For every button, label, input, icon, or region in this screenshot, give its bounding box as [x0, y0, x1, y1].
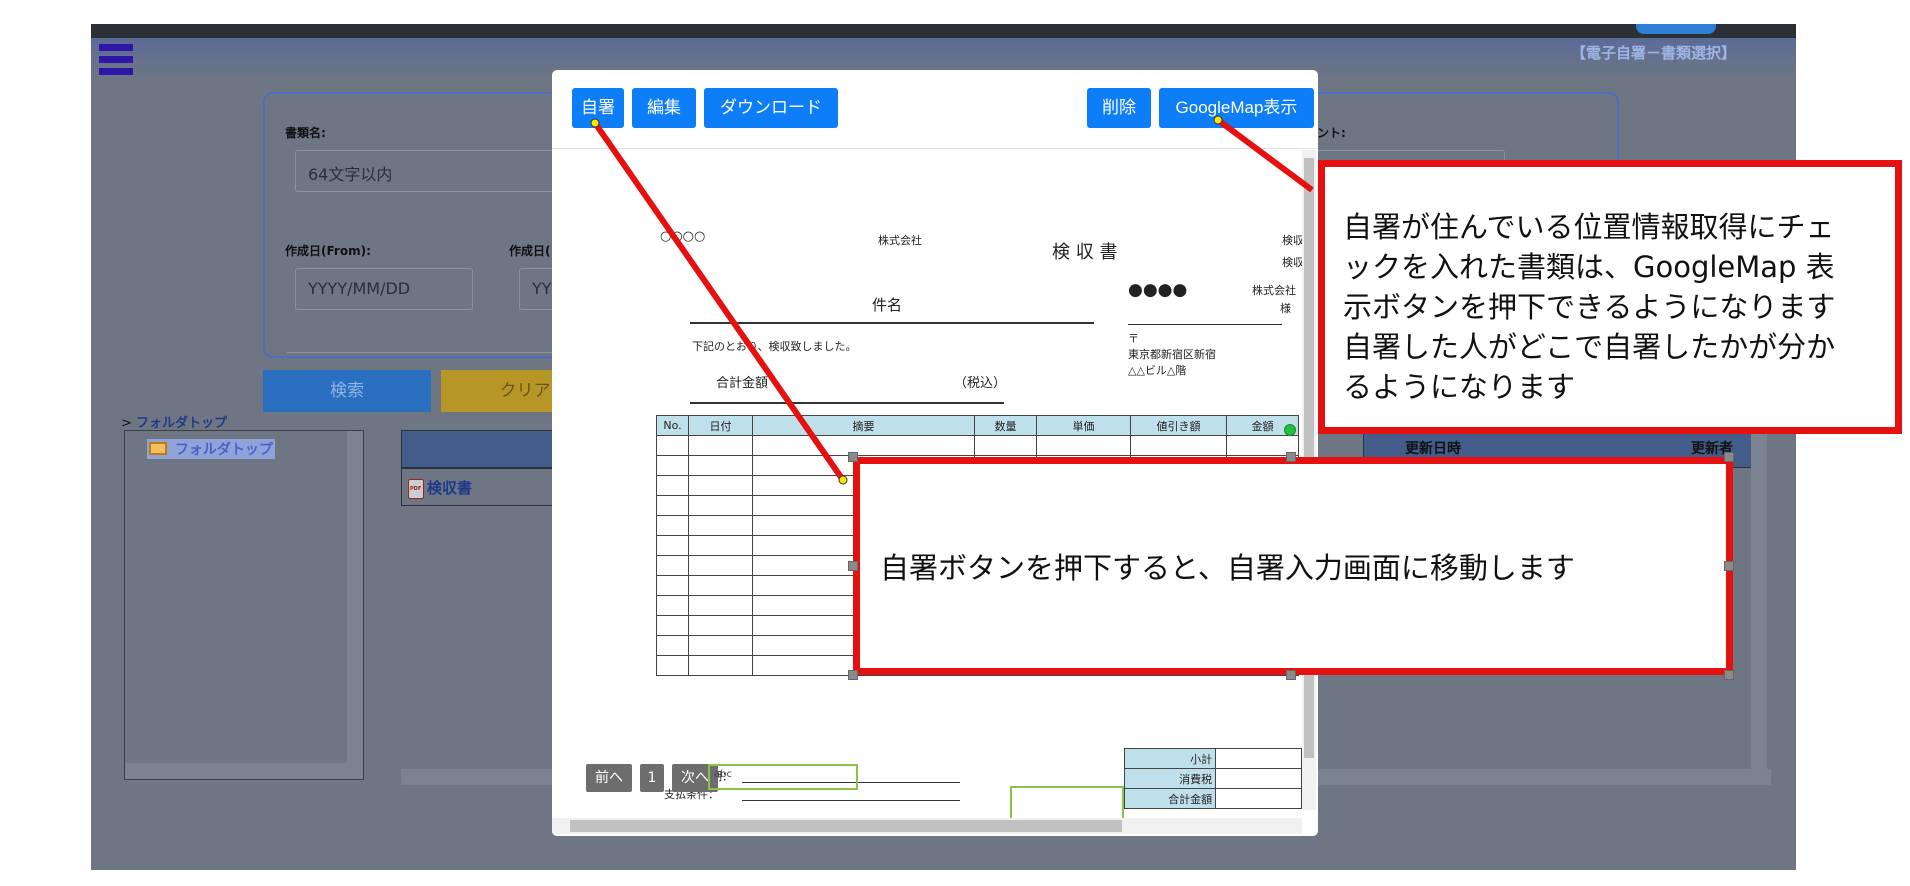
googlemap-note-line-2: ックを入れた書類は、GoogleMap 表: [1343, 250, 1835, 284]
googlemap-note-line-1: 自署が住んでいる位置情報取得にチェ: [1343, 210, 1835, 244]
selection-handle[interactable]: [848, 561, 858, 571]
selection-handle[interactable]: [848, 670, 858, 680]
selection-handle[interactable]: [1724, 670, 1734, 680]
sign-callout: 自署ボタンを押下すると、自署入力画面に移動します: [853, 457, 1733, 675]
annotation-overlay: [590, 115, 1314, 485]
annotation-anchor-googlemap: [1213, 115, 1223, 125]
selection-handle[interactable]: [1286, 670, 1296, 680]
annotation-anchor-target: [838, 475, 848, 485]
googlemap-note-line-4: 自署した人がどこで自署したかが分か: [1343, 330, 1836, 364]
selection-handle[interactable]: [1724, 452, 1734, 462]
selection-handle[interactable]: [1724, 561, 1734, 571]
rotate-handle[interactable]: [1284, 424, 1296, 436]
annotation-arrow-sign: [592, 121, 846, 482]
selection-handle[interactable]: [1286, 452, 1296, 462]
selection-handle[interactable]: [848, 452, 858, 462]
googlemap-callout: 自署が住んでいる位置情報取得にチェ ックを入れた書類は、GoogleMap 表 …: [1318, 160, 1902, 434]
annotation-arrow-googlemap: [1216, 117, 1314, 193]
googlemap-note-line-5: るようになります: [1343, 370, 1576, 404]
annotation-anchor-sign: [590, 118, 600, 128]
sign-note: 自署ボタンを押下すると、自署入力画面に移動します: [880, 551, 1575, 585]
googlemap-note-line-3: 示ボタンを押下できるようになります: [1343, 290, 1836, 324]
